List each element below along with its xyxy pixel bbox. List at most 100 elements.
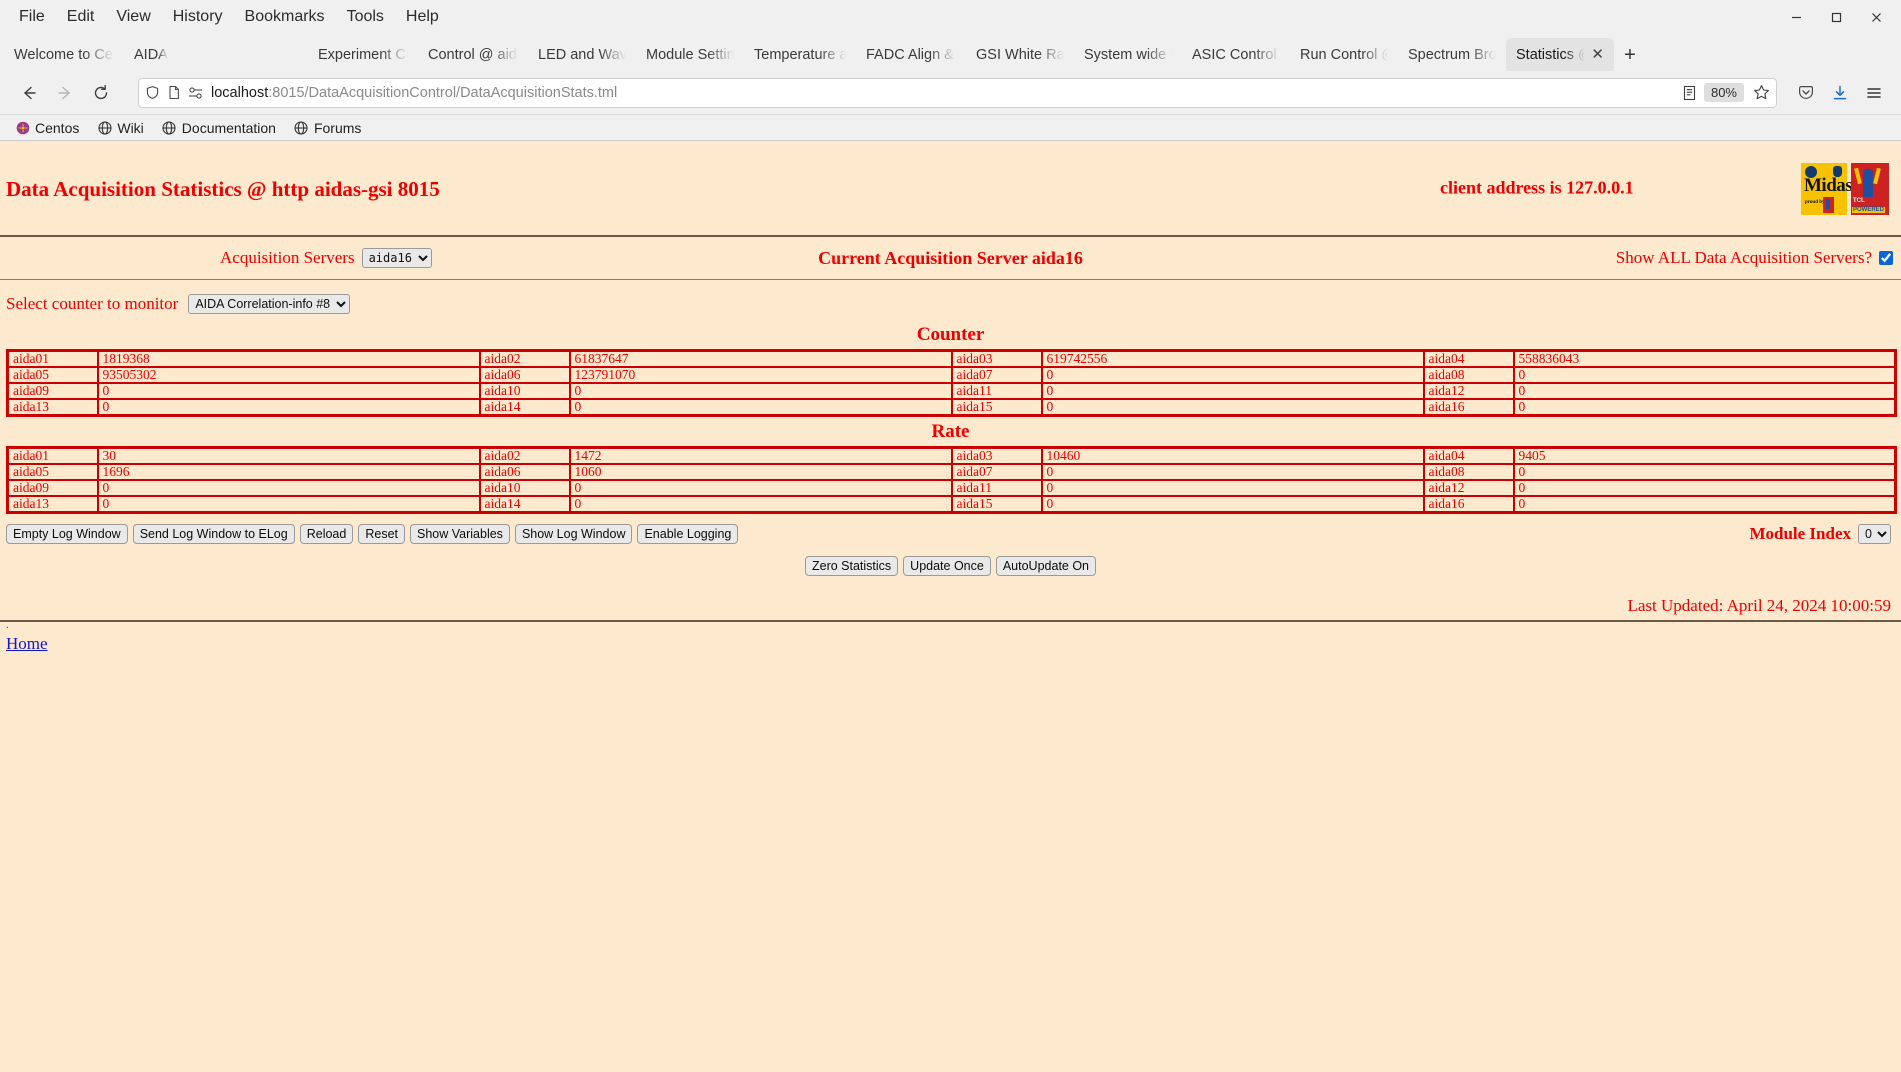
table-row: aida05 1696 aida06 1060 aida07 0 aida08 … [6,463,1897,481]
zoom-level-badge[interactable]: 80% [1703,83,1744,102]
counter-select-label: Select counter to monitor [6,294,179,313]
menu-item-bookmarks[interactable]: Bookmarks [234,5,336,29]
bookmark-wiki[interactable]: Wiki [90,118,150,138]
tab-control-aidas[interactable]: Control @ aidas- [418,38,528,71]
bookmark-documentation[interactable]: Documentation [155,118,283,138]
acquisition-servers-group: Acquisition Servers aida16 [220,248,432,268]
cell-value: 1472 [568,446,953,465]
menu-item-history[interactable]: History [162,5,234,29]
menu-item-edit[interactable]: Edit [56,5,106,29]
page-document-icon [167,85,181,100]
tab-asic-control[interactable]: ASIC Control @ a [1182,38,1290,71]
menu-bar: File Edit View History Bookmarks Tools H… [0,0,1901,34]
permissions-icon[interactable] [188,86,204,100]
tab-welcome-to-centos[interactable]: Welcome to Cent [4,38,124,71]
cell-name: aida12 [1422,479,1515,497]
downloads-icon[interactable] [1825,78,1855,108]
reload-icon[interactable] [84,76,118,110]
url-text[interactable]: localhost:8015/DataAcquisitionControl/Da… [211,85,1675,101]
tab-system-wide-check[interactable]: System wide Che [1074,38,1182,71]
acquisition-servers-select[interactable]: aida16 [361,248,432,268]
counter-select[interactable]: AIDA Correlation-info #8 [188,294,351,314]
maximize-icon[interactable] [1817,2,1855,32]
url-path: :8015/DataAcquisitionControl/DataAcquisi… [268,84,618,101]
midas-logo-sub: proud by [1805,200,1825,205]
cell-value: 619742556 [1040,349,1425,368]
module-index-group: Module Index 0 [1749,524,1891,544]
new-tab-button[interactable]: + [1614,39,1646,71]
pocket-save-icon[interactable] [1791,78,1821,108]
tab-gsi-white-rabbit[interactable]: GSI White Rabbit [966,38,1074,71]
reload-button[interactable]: Reload [299,524,354,544]
empty-log-window-button[interactable]: Empty Log Window [6,524,128,544]
autoupdate-on-button[interactable]: AutoUpdate On [995,556,1097,576]
cell-name: aida09 [6,382,99,400]
counter-table: aida01 1819368 aida02 61837647 aida03 61… [6,349,1897,417]
client-address-text: client address is 127.0.0.1 [1440,177,1634,198]
cell-value: 0 [568,479,953,497]
table-row: aida13 0 aida14 0 aida15 0 aida16 0 [6,495,1897,514]
home-link-wrapper: Home [0,628,1901,654]
menu-item-view[interactable]: View [105,5,161,29]
cell-value: 0 [568,495,953,514]
rate-table: aida01 30 aida02 1472 aida03 10460 aida0… [6,446,1897,514]
tab-led-and-waveform[interactable]: LED and Wavefor [528,38,636,71]
cell-value: 0 [96,495,481,514]
cell-name: aida15 [950,495,1043,514]
cell-value: 0 [96,398,481,417]
menu-item-tools[interactable]: Tools [336,5,395,29]
tab-run-control[interactable]: Run Control @ ai [1290,38,1398,71]
cell-name: aida11 [950,382,1043,400]
cell-value: 0 [1040,479,1425,497]
tab-temperature-and[interactable]: Temperature and [744,38,856,71]
tab-aida[interactable]: AIDA [124,38,196,71]
last-updated-text: Last Updated: April 24, 2024 10:00:59 [1627,596,1891,615]
close-tab-icon[interactable]: ✕ [1591,47,1604,62]
cell-name: aida05 [6,463,99,481]
cell-name: aida11 [950,479,1043,497]
reset-button[interactable]: Reset [358,524,405,544]
show-all-servers-checkbox[interactable] [1879,251,1893,265]
acquisition-servers-row: Acquisition Servers aida16 Current Acqui… [0,241,1901,275]
tab-experiment-control[interactable]: Experiment Contr [308,38,418,71]
bookmark-forums[interactable]: Forums [287,118,368,138]
close-icon[interactable] [1857,2,1895,32]
cell-value: 1060 [568,463,953,481]
home-link[interactable]: Home [6,634,48,653]
send-log-window-to-elog-button[interactable]: Send Log Window to ELog [132,524,295,544]
hamburger-menu-icon[interactable] [1859,78,1889,108]
menu-item-help[interactable]: Help [395,5,450,29]
minimize-icon[interactable] [1777,2,1815,32]
tab-spectrum-browser[interactable]: Spectrum Browse [1398,38,1506,71]
bookmark-label: Documentation [181,119,276,136]
cell-value: 123791070 [568,366,953,384]
zero-statistics-button[interactable]: Zero Statistics [804,556,899,576]
bookmark-label: Centos [35,119,80,136]
shield-icon [145,85,160,100]
tab-statistics[interactable]: Statistics @ aid ✕ [1506,38,1614,71]
log-button-row: Empty Log Window Send Log Window to ELog… [0,514,1901,548]
tab-module-settings[interactable]: Module Settings S [636,38,744,71]
enable-logging-button[interactable]: Enable Logging [637,524,739,544]
reader-mode-icon[interactable] [1682,85,1697,101]
cell-name: aida14 [478,495,571,514]
bookmark-centos[interactable]: Centos [8,118,86,138]
toolbar-right-icons [1791,78,1889,108]
cell-name: aida04 [1422,446,1515,465]
forward-arrow-icon[interactable] [48,76,82,110]
tcl-logo-line2: POWERED [1852,207,1886,213]
cell-name: aida13 [6,495,99,514]
update-once-button[interactable]: Update Once [903,556,991,576]
show-variables-button[interactable]: Show Variables [410,524,510,544]
module-index-select[interactable]: 0 [1858,524,1891,544]
tab-fadc-align[interactable]: FADC Align & Co [856,38,966,71]
current-acquisition-server-text: Current Acquisition Server aida16 [818,247,1083,268]
bookmark-star-icon[interactable] [1753,84,1770,101]
url-bar[interactable]: localhost:8015/DataAcquisitionControl/Da… [138,77,1777,108]
tab-blank[interactable] [196,38,308,71]
cell-name: aida01 [6,349,99,368]
show-log-window-button[interactable]: Show Log Window [514,524,633,544]
back-arrow-icon[interactable] [12,76,46,110]
menu-item-file[interactable]: File [8,5,56,29]
cell-name: aida10 [478,382,571,400]
